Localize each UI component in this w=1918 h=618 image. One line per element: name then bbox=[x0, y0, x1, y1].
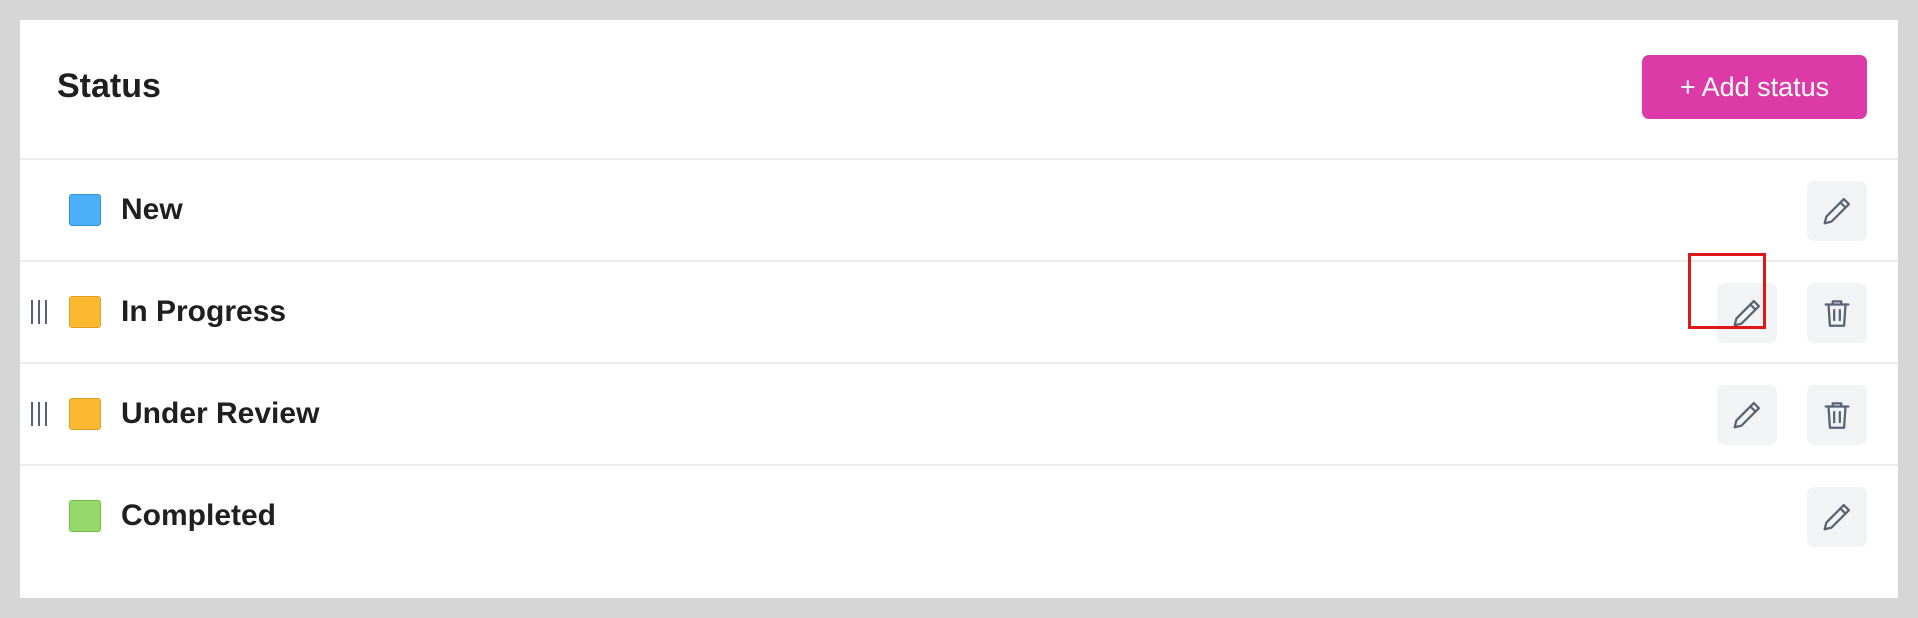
trash-icon bbox=[1824, 402, 1850, 429]
status-row-new: New bbox=[20, 160, 1898, 262]
status-color-swatch bbox=[69, 296, 101, 328]
status-label: New bbox=[121, 193, 183, 226]
edit-status-button[interactable] bbox=[1717, 385, 1777, 445]
edit-icon bbox=[1733, 401, 1761, 429]
edit-status-button[interactable] bbox=[1717, 283, 1777, 343]
status-color-swatch bbox=[69, 194, 101, 226]
status-color-swatch bbox=[69, 398, 101, 430]
edit-icon bbox=[1733, 299, 1761, 327]
panel-header: Status + Add status bbox=[20, 20, 1898, 160]
delete-status-button[interactable] bbox=[1807, 283, 1867, 343]
status-label: Completed bbox=[121, 499, 277, 532]
status-label: Under Review bbox=[121, 397, 320, 430]
drag-handle-icon[interactable] bbox=[31, 402, 47, 426]
page-title: Status bbox=[57, 67, 161, 105]
edit-status-button[interactable] bbox=[1807, 181, 1867, 241]
status-row-completed: Completed bbox=[20, 466, 1898, 568]
trash-icon bbox=[1824, 300, 1850, 327]
status-row-in-progress: In Progress bbox=[20, 262, 1898, 364]
drag-handle-icon[interactable] bbox=[31, 300, 47, 324]
status-settings-panel: Status + Add status New In Progress Unde… bbox=[20, 20, 1898, 598]
status-color-swatch bbox=[69, 500, 101, 532]
edit-status-button[interactable] bbox=[1807, 487, 1867, 547]
edit-icon bbox=[1823, 197, 1851, 225]
add-status-button[interactable]: + Add status bbox=[1642, 55, 1867, 119]
status-row-under-review: Under Review bbox=[20, 364, 1898, 466]
status-label: In Progress bbox=[121, 295, 287, 328]
delete-status-button[interactable] bbox=[1807, 385, 1867, 445]
edit-icon bbox=[1823, 503, 1851, 531]
